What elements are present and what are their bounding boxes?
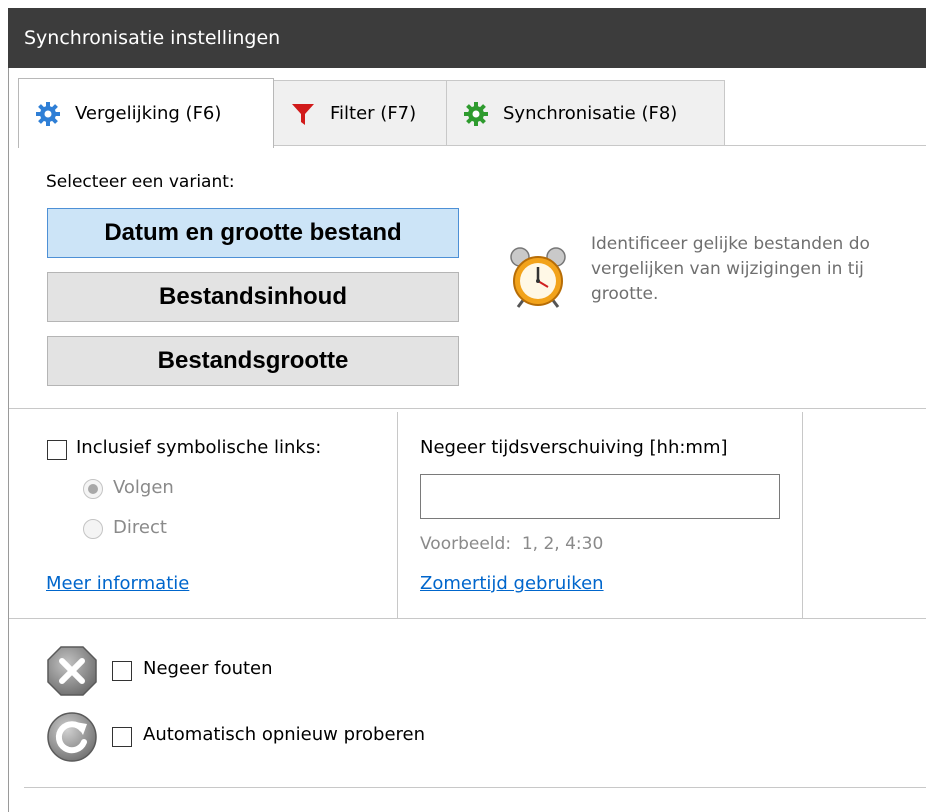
more-info-link[interactable]: Meer informatie — [46, 573, 189, 594]
auto-retry-checkbox[interactable] — [112, 727, 132, 747]
auto-retry-label: Automatisch opnieuw proberen — [143, 724, 426, 745]
separator — [9, 408, 926, 409]
tab-filter[interactable]: Filter (F7) — [273, 80, 447, 146]
filter-icon — [290, 101, 316, 127]
variant-description: Identificeer gelijke bestanden do vergel… — [591, 234, 870, 304]
retry-icon — [45, 710, 99, 764]
variant-date-size-button[interactable]: Datum en grootte bestand — [47, 208, 459, 258]
separator — [24, 787, 926, 788]
radio-volgen-label: Volgen — [113, 477, 174, 498]
radio-dot — [88, 484, 98, 494]
timeshift-example: Voorbeeld: 1, 2, 4:30 — [420, 534, 604, 554]
title-bar: Synchronisatie instellingen — [8, 8, 926, 68]
tab-vergelijking[interactable]: Vergelijking (F6) — [18, 78, 274, 148]
dst-link[interactable]: Zomertijd gebruiken — [420, 573, 604, 594]
timeshift-label: Negeer tijdsverschuiving [hh:mm] — [420, 437, 728, 458]
tab-divider — [273, 145, 926, 146]
gear-icon — [35, 101, 61, 127]
ignore-errors-label: Negeer fouten — [143, 658, 273, 679]
variant-content-button[interactable]: Bestandsinhoud — [47, 272, 459, 322]
alarm-clock-icon — [508, 245, 568, 309]
symlinks-checkbox[interactable] — [47, 440, 67, 460]
radio-volgen[interactable] — [83, 479, 103, 499]
separator — [397, 412, 398, 618]
variant-size-button[interactable]: Bestandsgrootte — [47, 336, 459, 386]
symlinks-label: Inclusief symbolische links: — [76, 437, 322, 458]
tab-label: Synchronisatie (F8) — [503, 103, 678, 124]
window-title: Synchronisatie instellingen — [24, 27, 281, 49]
ignore-errors-checkbox[interactable] — [112, 661, 132, 681]
radio-direct[interactable] — [83, 519, 103, 539]
tab-label: Vergelijking (F6) — [75, 103, 222, 124]
separator — [802, 412, 803, 618]
timeshift-input[interactable] — [420, 474, 780, 519]
separator — [9, 618, 926, 619]
window-border — [8, 68, 9, 812]
sync-gear-icon — [463, 101, 489, 127]
select-variant-label: Selecteer een variant: — [46, 172, 235, 192]
radio-direct-label: Direct — [113, 517, 167, 538]
tab-synchronisatie[interactable]: Synchronisatie (F8) — [446, 80, 725, 146]
tab-label: Filter (F7) — [330, 103, 417, 124]
error-x-icon — [45, 644, 99, 698]
